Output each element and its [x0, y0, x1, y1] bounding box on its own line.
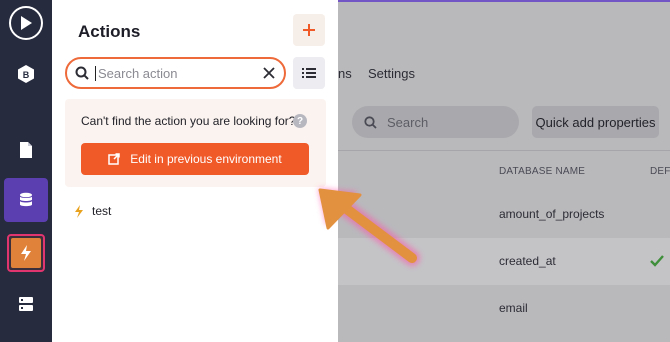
app-sidebar: B	[0, 0, 52, 342]
database-icon	[20, 192, 32, 207]
sidebar-item-actions[interactable]	[0, 232, 52, 274]
page-icon	[20, 142, 32, 158]
play-icon	[9, 6, 43, 40]
edit-in-previous-environment-button[interactable]: Edit in previous environment	[81, 143, 309, 175]
tab-partial[interactable]: ns	[338, 66, 352, 81]
table-row[interactable]: email	[338, 285, 670, 332]
list-icon	[302, 68, 316, 78]
background-search-placeholder: Search	[387, 114, 429, 130]
database-name-cell: created_at	[499, 254, 556, 268]
action-label: test	[92, 204, 112, 218]
database-name-cell: amount_of_projects	[499, 207, 605, 221]
lightning-icon	[75, 204, 83, 218]
help-icon[interactable]: ?	[293, 114, 307, 128]
svg-text:B: B	[23, 70, 30, 80]
server-icon	[19, 297, 33, 311]
search-icon	[75, 66, 89, 80]
top-accent-line	[338, 0, 670, 2]
notice-text: Can't find the action you are looking fo…	[81, 114, 296, 128]
text-caret	[95, 65, 96, 81]
divider	[338, 150, 670, 151]
panel-title: Actions	[78, 22, 141, 41]
sidebar-item-database[interactable]	[0, 178, 52, 222]
missing-action-notice: Can't find the action you are looking fo…	[65, 99, 326, 187]
search-icon	[364, 115, 377, 129]
actions-panel: Actions Can't find the action you are lo…	[52, 0, 338, 342]
logo-icon: B	[18, 65, 34, 83]
search-action-input[interactable]	[98, 65, 248, 81]
check-icon	[650, 255, 664, 267]
arrow-annotation	[318, 188, 420, 266]
add-action-button[interactable]	[293, 14, 325, 46]
plus-icon	[303, 24, 315, 36]
background-search-input[interactable]: Search	[352, 106, 519, 138]
column-header-database-name: DATABASE NAME	[499, 166, 586, 177]
sidebar-item-pages[interactable]	[0, 136, 52, 164]
sidebar-item-backoffice[interactable]	[0, 290, 52, 318]
column-header-default: DEFA	[650, 166, 670, 177]
edit-button-label: Edit in previous environment	[130, 152, 282, 166]
action-list-item[interactable]: test	[74, 204, 111, 218]
lightning-icon	[21, 245, 31, 261]
sidebar-item-logo[interactable]: B	[0, 60, 52, 88]
clear-icon[interactable]	[262, 66, 276, 80]
quick-add-properties-button[interactable]: Quick add properties	[532, 106, 659, 138]
external-link-icon	[108, 153, 121, 165]
list-view-button[interactable]	[293, 57, 325, 89]
database-name-cell: email	[499, 301, 528, 315]
play-button[interactable]	[0, 4, 52, 42]
tab-settings[interactable]: Settings	[368, 66, 415, 81]
search-action-field[interactable]	[65, 57, 286, 89]
